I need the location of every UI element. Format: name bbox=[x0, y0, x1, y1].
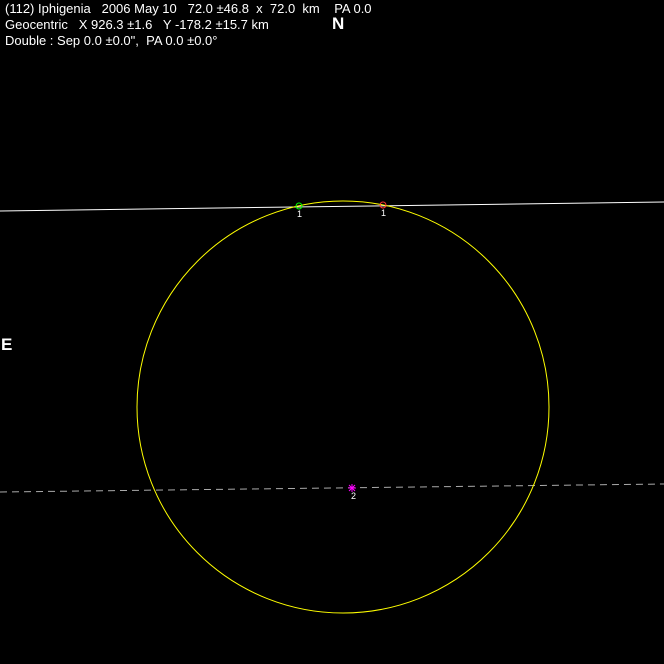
chord-1-reappearance-label: 1 bbox=[381, 208, 386, 218]
occultation-diagram: 1 1 2 bbox=[0, 200, 664, 614]
chord-1-disappearance-label: 1 bbox=[297, 209, 302, 219]
chord-2-label: 2 bbox=[351, 491, 356, 501]
chord-1-line bbox=[0, 201, 664, 212]
chord-2-line bbox=[0, 483, 664, 493]
asteroid-outline-ellipse bbox=[136, 200, 550, 614]
